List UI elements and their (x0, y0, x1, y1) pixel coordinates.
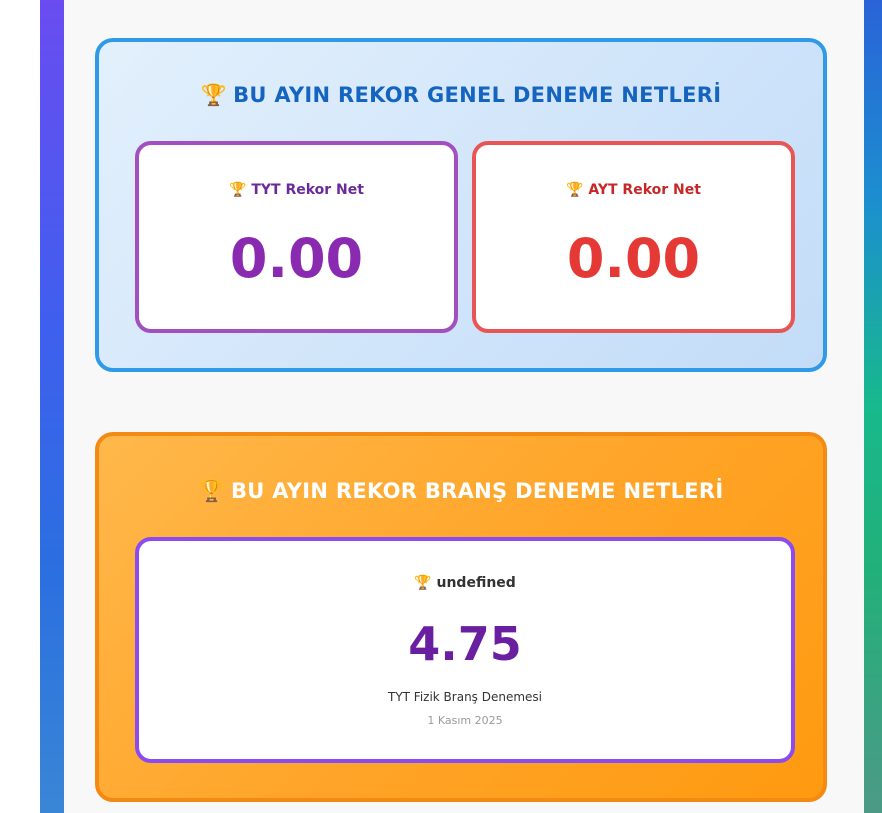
branch-records-panel: 🏆 BU AYIN REKOR BRANŞ DENEME NETLERİ 🏆 un… (95, 432, 827, 802)
branch-records-title-text: BU AYIN REKOR BRANŞ DENEME NETLERİ (230, 479, 724, 503)
general-records-title: 🏆 BU AYIN REKOR GENEL DENEME NETLERİ (99, 83, 823, 108)
tyt-record-label-text: TYT Rekor Net (251, 182, 364, 198)
main-content: 🏆 BU AYIN REKOR GENEL DENEME NETLERİ 🏆 TY… (64, 0, 864, 813)
ayt-record-value: 0.00 (566, 227, 701, 290)
branch-exam-date: 1 Kasım 2025 (427, 714, 503, 727)
trophy-icon: 🏆 (198, 479, 225, 503)
trophy-icon: 🏆 (200, 83, 228, 107)
branch-record-value: 4.75 (408, 617, 522, 671)
tyt-record-label: 🏆 TYT Rekor Net (139, 182, 454, 198)
trophy-icon: 🏆 (414, 575, 432, 591)
branch-record-label-text: undefined (436, 575, 516, 591)
ayt-record-label-text: AYT Rekor Net (588, 182, 701, 198)
general-records-panel: 🏆 BU AYIN REKOR GENEL DENEME NETLERİ 🏆 TY… (95, 38, 827, 372)
tyt-record-value: 0.00 (229, 227, 364, 290)
branch-record-card: 🏆 undefined 4.75 TYT Fizik Branş Denemes… (135, 537, 795, 763)
ayt-record-card: 🏆 AYT Rekor Net 0.00 (472, 141, 795, 333)
trophy-icon: 🏆 (229, 182, 247, 198)
branch-record-label: 🏆 undefined (139, 575, 791, 591)
trophy-icon: 🏆 (566, 182, 584, 198)
general-records-title-text: BU AYIN REKOR GENEL DENEME NETLERİ (233, 83, 722, 107)
tyt-record-card: 🏆 TYT Rekor Net 0.00 (135, 141, 458, 333)
ayt-record-label: 🏆 AYT Rekor Net (476, 182, 791, 198)
left-gradient-border (40, 0, 64, 813)
right-gradient-border (864, 0, 882, 813)
branch-records-title: 🏆 BU AYIN REKOR BRANŞ DENEME NETLERİ (99, 479, 823, 504)
branch-exam-name: TYT Fizik Branş Denemesi (387, 690, 543, 704)
